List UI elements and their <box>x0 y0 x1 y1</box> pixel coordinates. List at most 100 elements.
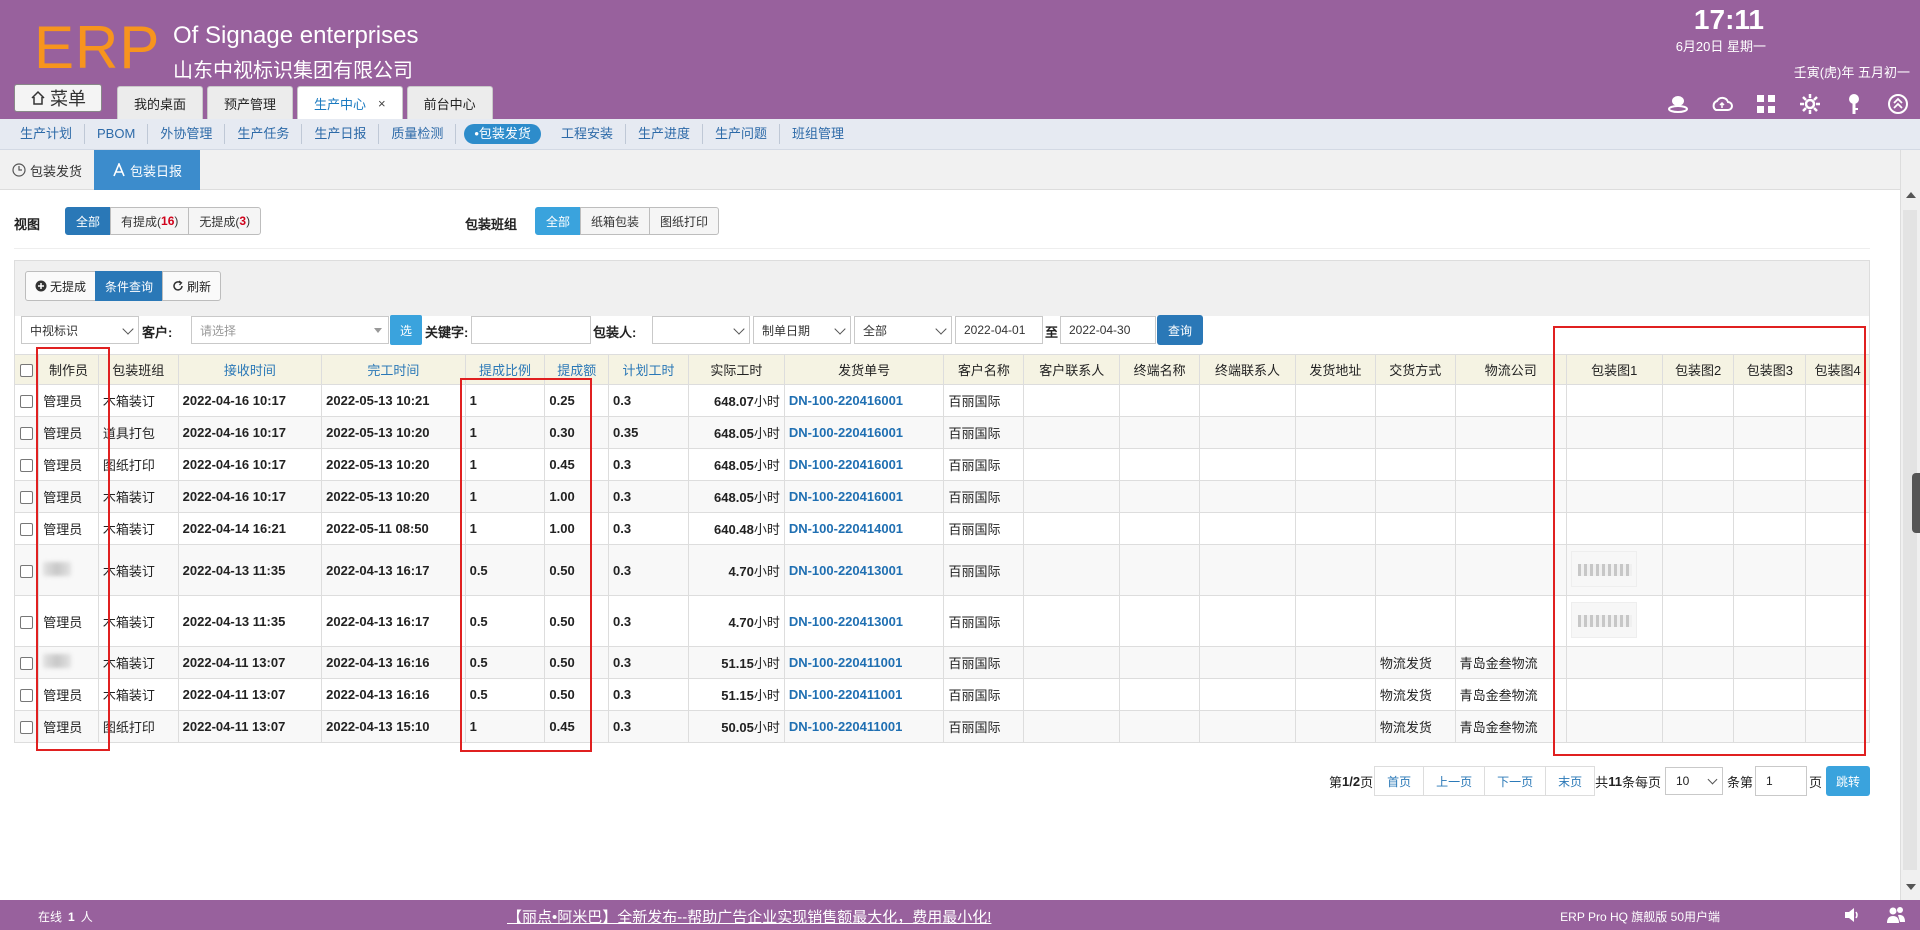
no-commission-button[interactable]: 无提成 <box>25 271 97 301</box>
table-row[interactable]: 管理员 图纸打印 2022-04-16 10:17 2022-05-13 10:20 1… <box>13 448 1870 481</box>
team-all-button[interactable]: 全部 <box>535 207 582 235</box>
table-row[interactable]: 管理员 木箱装订 2022-04-13 11:35 2022-04-13 16:17 0… <box>13 595 1870 647</box>
goto-page-button[interactable]: 跳转 <box>1825 766 1870 796</box>
col-terminal[interactable]: 终端名称 <box>1119 354 1201 385</box>
row-checkbox[interactable] <box>20 459 34 473</box>
table-row[interactable]: 管理员 木箱装订 2022-04-16 10:17 2022-05-13 10:21 1… <box>13 384 1870 417</box>
package-image-thumbnail[interactable] <box>1570 550 1637 587</box>
package-image-thumbnail[interactable] <box>1570 601 1637 638</box>
table-row[interactable]: 木箱装订 2022-04-13 11:35 2022-04-13 16:17 0.5 0… <box>13 544 1870 596</box>
col-ship-no[interactable]: 发货单号 <box>783 354 945 385</box>
row-checkbox[interactable] <box>20 689 34 703</box>
col-ratio[interactable]: 提成比例 <box>464 354 546 385</box>
col-pack-img-1[interactable]: 包装图1 <box>1565 354 1663 385</box>
col-team[interactable]: 包装班组 <box>97 354 179 385</box>
collapse-icon[interactable] <box>1886 92 1910 116</box>
customer-select[interactable]: 请选择 <box>191 316 389 344</box>
tab-close-icon[interactable]: × <box>378 96 386 111</box>
view-without-commission-button[interactable]: 无提成(3) <box>188 207 262 235</box>
col-customer[interactable]: 客户名称 <box>943 354 1025 385</box>
module-quality-check[interactable]: 质量检测 <box>379 124 457 144</box>
module-production-plan[interactable]: 生产计划 <box>8 124 86 144</box>
cell-ship-no[interactable]: DN-100-220416001 <box>783 416 945 449</box>
row-checkbox[interactable] <box>20 615 34 629</box>
announcement-link[interactable]: 【丽点•阿米巴】全新发布--帮助广告企业实现销售额最大化，费用最小化! <box>507 906 991 927</box>
user-icon[interactable] <box>1666 92 1690 116</box>
date-range-select[interactable]: 全部 <box>854 316 952 344</box>
cell-ship-no[interactable]: DN-100-220416001 <box>783 448 945 481</box>
cell-ship-no[interactable]: DN-100-220416001 <box>783 480 945 513</box>
row-checkbox[interactable] <box>20 564 34 578</box>
subtab-packing-daily[interactable]: 包装日报 <box>94 150 201 190</box>
goto-page-input[interactable]: 1 <box>1754 766 1807 796</box>
tab-front-center[interactable]: 前台中心 <box>406 86 493 119</box>
row-checkbox[interactable] <box>20 657 34 671</box>
date-from-input[interactable]: 2022-04-01 <box>955 316 1043 344</box>
col-customer-contact[interactable]: 客户联系人 <box>1023 354 1121 385</box>
users-icon[interactable] <box>1886 905 1906 925</box>
row-checkbox[interactable] <box>20 427 34 441</box>
table-row[interactable]: 管理员 道具打包 2022-04-16 10:17 2022-05-13 10:20 1… <box>13 416 1870 449</box>
per-page-select[interactable]: 10 <box>1664 767 1723 795</box>
gear-icon[interactable] <box>1798 92 1822 116</box>
module-team-mgmt[interactable]: 班组管理 <box>780 124 856 144</box>
search-button[interactable]: 查询 <box>1157 315 1203 345</box>
table-row[interactable]: 管理员 木箱装订 2022-04-11 13:07 2022-04-13 16:16 0… <box>13 678 1870 711</box>
date-to-input[interactable]: 2022-04-30 <box>1060 316 1156 344</box>
col-terminal-contact[interactable]: 终端联系人 <box>1199 354 1297 385</box>
module-packing-shipping[interactable]: •包装发货 <box>464 124 541 144</box>
module-outsourcing[interactable]: 外协管理 <box>148 124 226 144</box>
table-row[interactable]: 木箱装订 2022-04-11 13:07 2022-04-13 16:16 0.5 0… <box>13 646 1870 679</box>
col-pack-img-2[interactable]: 包装图2 <box>1661 354 1735 385</box>
cell-ship-no[interactable]: DN-100-220416001 <box>783 384 945 417</box>
row-checkbox[interactable] <box>20 395 34 409</box>
view-with-commission-button[interactable]: 有提成(16) <box>110 207 190 235</box>
cell-ship-no[interactable]: DN-100-220411001 <box>783 678 945 711</box>
module-progress[interactable]: 生产进度 <box>626 124 703 144</box>
col-ship-address[interactable]: 发货地址 <box>1295 354 1376 385</box>
condition-query-button[interactable]: 条件查询 <box>95 271 164 301</box>
cell-ship-no[interactable]: DN-100-220413001 <box>783 544 945 596</box>
tab-production-center[interactable]: 生产中心 × <box>297 86 403 119</box>
cell-ship-no[interactable]: DN-100-220413001 <box>783 595 945 647</box>
col-receive-time[interactable]: 接收时间 <box>177 354 323 385</box>
refresh-button[interactable]: 刷新 <box>162 271 222 301</box>
row-checkbox[interactable] <box>20 721 34 735</box>
apps-icon[interactable] <box>1754 92 1778 116</box>
cell-ship-no[interactable]: DN-100-220411001 <box>783 646 945 679</box>
next-page-button[interactable]: 下一页 <box>1484 766 1547 796</box>
scroll-down-icon[interactable] <box>1906 884 1916 890</box>
row-checkbox[interactable] <box>20 491 34 505</box>
team-carton-button[interactable]: 纸箱包装 <box>580 207 651 235</box>
table-row[interactable]: 管理员 木箱装订 2022-04-16 10:17 2022-05-13 10:20 1… <box>13 480 1870 513</box>
module-issues[interactable]: 生产问题 <box>703 124 780 144</box>
module-production-daily[interactable]: 生产日报 <box>302 124 380 144</box>
packer-select[interactable] <box>652 316 750 344</box>
scroll-thumb[interactable] <box>1903 210 1917 870</box>
col-maker[interactable]: 制作员 <box>38 354 99 385</box>
keyword-input[interactable] <box>471 316 591 344</box>
col-delivery-method[interactable]: 交货方式 <box>1374 354 1456 385</box>
prev-page-button[interactable]: 上一页 <box>1423 766 1486 796</box>
col-done-time[interactable]: 完工时间 <box>321 354 466 385</box>
date-type-select[interactable]: 制单日期 <box>753 316 851 344</box>
tab-preproduction[interactable]: 预产管理 <box>207 86 294 119</box>
team-print-button[interactable]: 图纸打印 <box>649 207 720 235</box>
col-actual-hours[interactable]: 实际工时 <box>687 354 785 385</box>
table-row[interactable]: 管理员 图纸打印 2022-04-11 13:07 2022-04-13 15:10 1… <box>13 710 1870 743</box>
module-pbom[interactable]: PBOM <box>85 124 149 144</box>
col-pack-img-4[interactable]: 包装图4 <box>1805 354 1870 385</box>
module-production-task[interactable]: 生产任务 <box>225 124 303 144</box>
cloud-icon[interactable] <box>1710 92 1734 116</box>
company-select[interactable]: 中视标识 <box>21 316 139 344</box>
cell-ship-no[interactable]: DN-100-220414001 <box>783 512 945 545</box>
col-plan-hours[interactable]: 计划工时 <box>608 354 689 385</box>
view-all-button[interactable]: 全部 <box>65 207 112 235</box>
customer-pick-button[interactable]: 选 <box>390 315 422 345</box>
main-menu-button[interactable]: 菜单 <box>14 84 102 112</box>
tab-my-desktop[interactable]: 我的桌面 <box>117 86 204 119</box>
speaker-icon[interactable] <box>1842 905 1862 925</box>
col-amount[interactable]: 提成额 <box>544 354 610 385</box>
select-all-checkbox[interactable] <box>20 364 34 378</box>
first-page-button[interactable]: 首页 <box>1374 766 1425 796</box>
